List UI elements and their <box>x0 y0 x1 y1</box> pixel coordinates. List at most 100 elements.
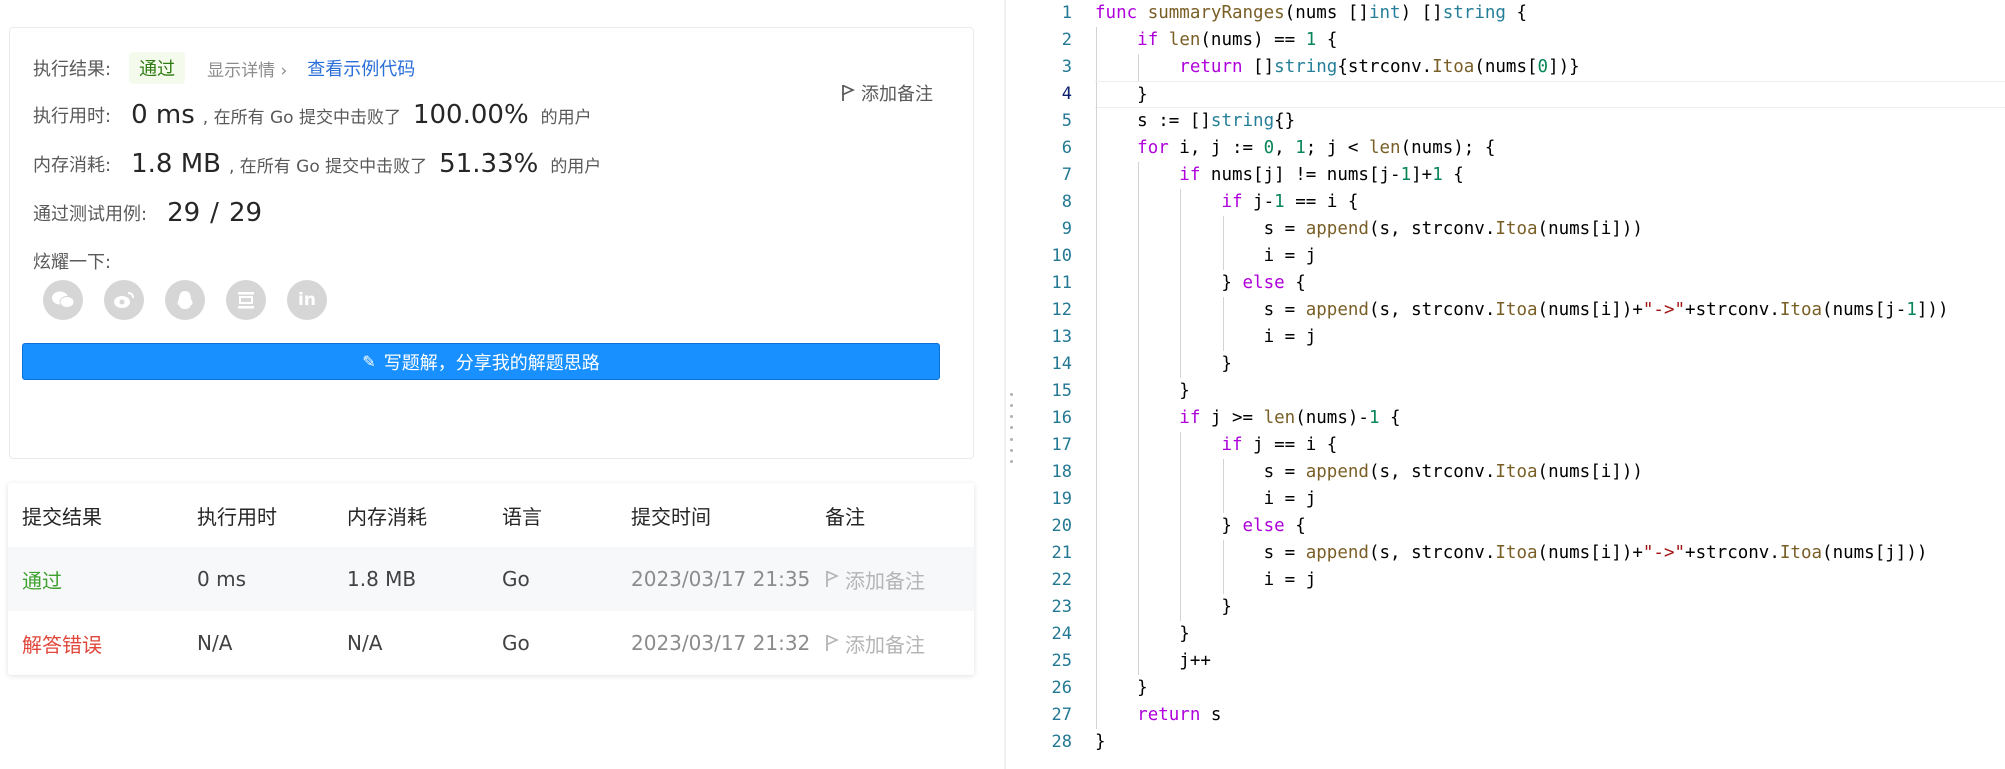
table-row[interactable]: 解答错误 N/A N/A Go 2023/03/17 21:32 添加备注 <box>8 611 974 675</box>
code-line[interactable]: if j == i { <box>1095 432 2005 459</box>
indent-guide <box>1096 459 1097 486</box>
indent-guide <box>1180 324 1182 351</box>
result-fail-link[interactable]: 解答错误 <box>22 629 102 658</box>
code-line[interactable]: } <box>1095 621 2005 648</box>
code-line[interactable]: } <box>1095 594 2005 621</box>
indent-guide <box>1180 486 1182 513</box>
line-number: 17 <box>1051 435 1072 455</box>
code-line[interactable]: if len(nums) == 1 { <box>1095 27 2005 54</box>
language-cell: Go <box>502 631 530 655</box>
share-icons: in <box>43 280 327 320</box>
code-line[interactable]: s = append(s, strconv.Itoa(nums[i])) <box>1095 459 2005 486</box>
add-note-button[interactable]: 添加备注 <box>825 565 925 594</box>
code-line[interactable]: } <box>1095 729 2005 756</box>
indent-guide <box>1138 648 1140 675</box>
col-result: 提交结果 <box>22 504 102 529</box>
line-number: 23 <box>1051 597 1072 617</box>
indent-guide <box>1222 540 1224 567</box>
code-editor[interactable]: 1 2 3 4 5 6 7 8 9 10 11 12 13 14 15 16 17 18 19 20 21 22 23 24 2… <box>1022 0 2005 769</box>
indent-guide <box>1138 513 1140 540</box>
code-line[interactable]: s := []string{} <box>1095 108 2005 135</box>
result-panel: 执行结果: 通过 显示详情 › 查看示例代码 添加备注 执行用时: 0 ms ,… <box>0 0 1004 769</box>
code-line[interactable]: s = append(s, strconv.Itoa(nums[i])+"->"… <box>1095 540 2005 567</box>
language-cell: Go <box>502 567 530 591</box>
code-line[interactable]: s = append(s, strconv.Itoa(nums[i])) <box>1095 216 2005 243</box>
indent-guide <box>1096 567 1097 594</box>
splitter-grip-icon[interactable] <box>1010 393 1014 463</box>
indent-guide <box>1138 243 1140 270</box>
write-solution-button[interactable]: ✎ 写题解，分享我的解题思路 <box>22 343 940 380</box>
indent-guide <box>1138 486 1140 513</box>
indent-guide <box>1096 162 1097 189</box>
table-header: 提交结果 执行用时 内存消耗 语言 提交时间 备注 <box>8 483 974 547</box>
code-line[interactable]: func summaryRanges(nums []int) []string … <box>1095 0 2005 27</box>
indent-guide <box>1138 270 1140 297</box>
wechat-icon[interactable] <box>43 280 83 320</box>
add-note-button[interactable]: 添加备注 <box>841 80 933 106</box>
code-line[interactable]: if j-1 == i { <box>1095 189 2005 216</box>
status-row: 执行结果: 通过 显示详情 › 查看示例代码 <box>33 52 415 84</box>
indent-guide <box>1138 324 1140 351</box>
code-line[interactable]: s = append(s, strconv.Itoa(nums[i])+"->"… <box>1095 297 2005 324</box>
indent-guide <box>1096 297 1097 324</box>
indent-guide <box>1096 540 1097 567</box>
code-line[interactable]: if nums[j] != nums[j-1]+1 { <box>1095 162 2005 189</box>
indent-guide <box>1096 324 1097 351</box>
line-number: 1 <box>1061 3 1072 23</box>
code-line[interactable]: } else { <box>1095 270 2005 297</box>
line-number: 18 <box>1051 462 1072 482</box>
douban-icon[interactable] <box>226 280 266 320</box>
qq-icon[interactable] <box>165 280 205 320</box>
indent-guide <box>1180 297 1182 324</box>
share-label: 炫耀一下: <box>33 252 112 273</box>
indent-guide <box>1138 189 1140 216</box>
indent-guide <box>1096 270 1097 297</box>
result-card: 执行结果: 通过 显示详情 › 查看示例代码 添加备注 执行用时: 0 ms ,… <box>9 27 974 459</box>
indent-guide <box>1180 189 1182 216</box>
runtime-suffix: 的用户 <box>540 107 592 128</box>
code-line[interactable]: i = j <box>1095 486 2005 513</box>
code-line[interactable]: i = j <box>1095 324 2005 351</box>
code-line[interactable]: for i, j := 0, 1; j < len(nums); { <box>1095 135 2005 162</box>
show-details-link[interactable]: 显示详情 › <box>207 56 287 81</box>
code-line[interactable]: return s <box>1095 702 2005 729</box>
line-number: 21 <box>1051 543 1072 563</box>
code-line[interactable]: } <box>1095 675 2005 702</box>
code-line[interactable]: } else { <box>1095 513 2005 540</box>
indent-guide <box>1138 621 1140 648</box>
line-number: 15 <box>1051 381 1072 401</box>
table-row[interactable]: 通过 0 ms 1.8 MB Go 2023/03/17 21:35 添加备注 <box>8 547 974 611</box>
runtime-row: 执行用时: 0 ms , 在所有 Go 提交中击败了 100.00% 的用户 <box>33 100 592 130</box>
code-line[interactable]: if j >= len(nums)-1 { <box>1095 405 2005 432</box>
linkedin-icon[interactable]: in <box>287 280 327 320</box>
col-memory: 内存消耗 <box>347 504 427 529</box>
code-line[interactable]: return []string{strconv.Itoa(nums[0])} <box>1095 54 2005 81</box>
indent-guide <box>1096 621 1097 648</box>
indent-guide <box>1180 540 1182 567</box>
code-line[interactable]: } <box>1095 81 2005 109</box>
testcases-total: 29 <box>228 198 263 228</box>
code-line[interactable]: j++ <box>1095 648 2005 675</box>
code-line[interactable]: i = j <box>1095 243 2005 270</box>
add-note-button[interactable]: 添加备注 <box>825 629 925 658</box>
code-line[interactable]: } <box>1095 351 2005 378</box>
add-note-label: 添加备注 <box>861 84 933 105</box>
weibo-icon[interactable] <box>104 280 144 320</box>
code-line[interactable]: } <box>1095 378 2005 405</box>
indent-guide <box>1138 432 1140 459</box>
indent-guide <box>1180 216 1182 243</box>
indent-guide <box>1096 648 1097 675</box>
code-lines[interactable]: func summaryRanges(nums []int) []string … <box>1095 0 2005 756</box>
view-sample-code-link[interactable]: 查看示例代码 <box>307 55 415 81</box>
indent-guide <box>1138 540 1140 567</box>
line-number: 2 <box>1061 30 1072 50</box>
panel-splitter[interactable] <box>1004 0 1006 769</box>
testcases-separator: / <box>210 198 219 228</box>
indent-guide <box>1096 378 1097 405</box>
line-number: 7 <box>1061 165 1072 185</box>
line-number: 4 <box>1061 84 1072 104</box>
indent-guide <box>1096 702 1097 729</box>
indent-guide <box>1138 567 1140 594</box>
code-line[interactable]: i = j <box>1095 567 2005 594</box>
result-pass-link[interactable]: 通过 <box>22 565 62 594</box>
